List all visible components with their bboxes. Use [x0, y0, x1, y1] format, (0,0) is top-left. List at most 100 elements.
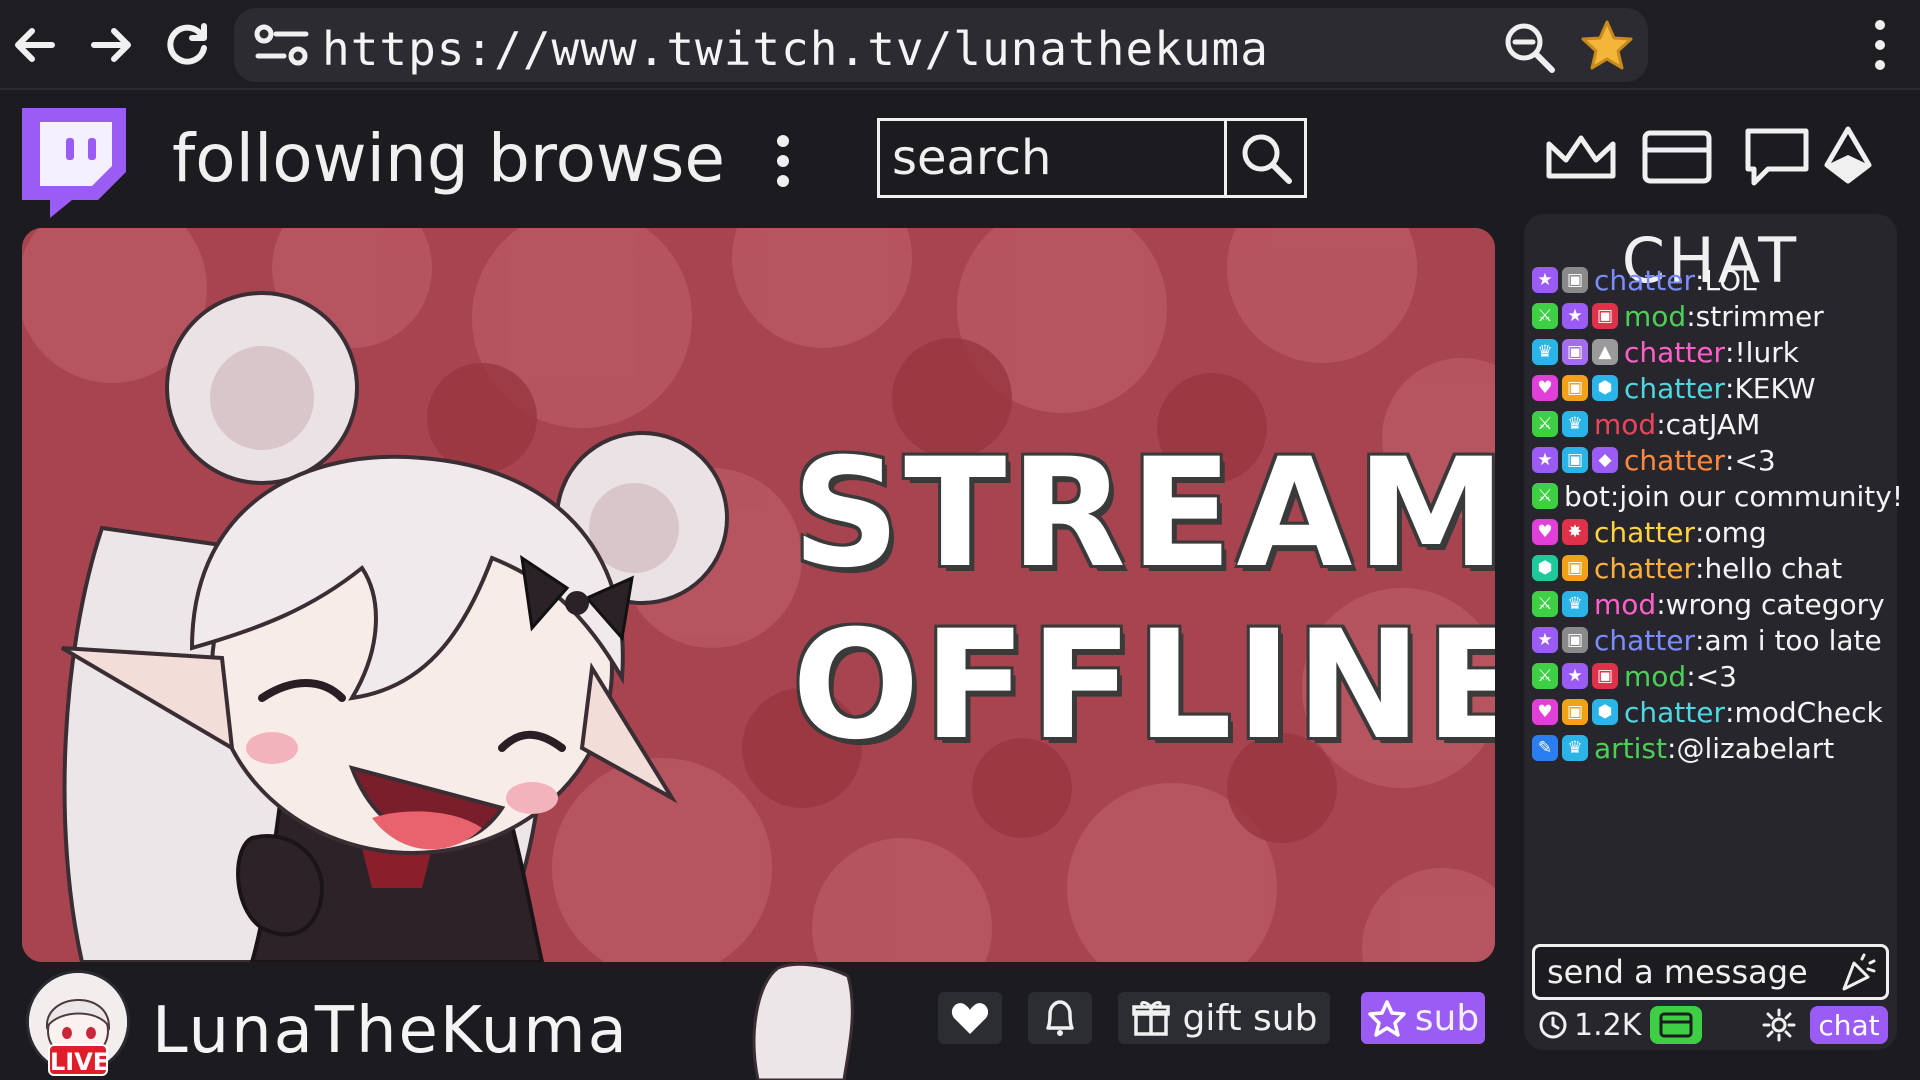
browser-menu-icon[interactable] [1866, 16, 1894, 78]
star-badge-icon[interactable]: ★ [1532, 447, 1558, 473]
channel-name[interactable]: LunaTheKuma [152, 994, 629, 1068]
emote-picker-icon[interactable] [1838, 953, 1878, 997]
gift-badge-icon[interactable]: ▣ [1562, 339, 1588, 365]
notifications-button[interactable] [1028, 992, 1092, 1044]
crown-badge-icon[interactable]: ♛ [1562, 735, 1588, 761]
gift-badge-icon[interactable]: ▣ [1562, 267, 1588, 293]
crown-badge-icon[interactable]: ♛ [1532, 339, 1558, 365]
whispers-icon[interactable] [1738, 122, 1816, 192]
chat-message-text: hello chat [1704, 551, 1843, 585]
chat-username[interactable]: mod [1624, 660, 1686, 693]
channel-points-button[interactable] [1650, 1006, 1702, 1044]
sword-badge-icon[interactable]: ⚔ [1532, 483, 1558, 509]
chat-username[interactable]: artist [1594, 732, 1667, 765]
chat-username[interactable]: mod [1594, 588, 1656, 621]
heart-badge-icon[interactable]: ♥ [1532, 519, 1558, 545]
brush-badge-icon[interactable]: ✎ [1532, 735, 1558, 761]
inbox-icon[interactable] [1638, 122, 1716, 192]
channel-info-bar: LIVE LunaTheKuma gift sub sub [0, 962, 1510, 1080]
gift-sub-button[interactable]: gift sub [1118, 992, 1330, 1044]
chat-username[interactable]: chatter [1594, 552, 1695, 585]
gift-badge-icon[interactable]: ▣ [1592, 663, 1618, 689]
chat-separator: : [1609, 479, 1620, 513]
chat-separator: : [1695, 263, 1705, 297]
gift-badge-icon[interactable]: ▣ [1592, 303, 1618, 329]
bits-icon[interactable] [1818, 122, 1878, 192]
url-text[interactable]: https://www.twitch.tv/lunathekuma [322, 22, 1269, 76]
search-button[interactable] [1224, 121, 1304, 195]
subscribe-button[interactable]: sub [1361, 992, 1485, 1044]
star-badge-icon[interactable]: ★ [1562, 303, 1588, 329]
chat-username[interactable]: chatter [1624, 444, 1725, 477]
gem-badge-icon[interactable]: ◆ [1592, 447, 1618, 473]
chat-send-button[interactable]: chat [1810, 1006, 1888, 1044]
star-badge-icon[interactable]: ★ [1532, 267, 1558, 293]
chat-username[interactable]: mod [1594, 408, 1656, 441]
chat-message-text: catJAM [1665, 407, 1761, 441]
address-bar[interactable]: https://www.twitch.tv/lunathekuma [234, 8, 1648, 82]
gift-icon [1131, 1001, 1170, 1036]
more-options-icon[interactable] [772, 132, 794, 194]
chat-message-text: LOL [1704, 263, 1757, 297]
heart-badge-icon[interactable]: ♥ [1532, 699, 1558, 725]
chat-message: ⚔ ★ ▣ mod: <3 [1532, 658, 1737, 694]
twitch-logo[interactable] [18, 102, 130, 224]
chat-message: ⬢ ▣ chatter: hello chat [1532, 550, 1842, 586]
nav-browse[interactable]: browse [488, 120, 725, 197]
reload-button[interactable] [160, 18, 214, 72]
gift-badge-icon[interactable]: ▣ [1562, 555, 1588, 581]
search-input[interactable] [880, 121, 1225, 195]
chat-message: ⚔ bot: join our community! [1532, 478, 1903, 514]
gift-badge-icon[interactable]: ▣ [1562, 447, 1588, 473]
heart-badge-icon[interactable]: ♥ [1532, 375, 1558, 401]
hex-badge-icon[interactable]: ⬢ [1592, 375, 1618, 401]
chat-message: ♥ ✸ chatter: omg [1532, 514, 1767, 550]
star-badge-icon[interactable]: ★ [1532, 627, 1558, 653]
sword-badge-icon[interactable]: ⚔ [1532, 663, 1558, 689]
sword-badge-icon[interactable]: ⚔ [1532, 591, 1558, 617]
video-player[interactable]: STREAM OFFLINE [22, 228, 1495, 962]
zoom-out-icon[interactable] [1502, 20, 1558, 78]
hex-badge-icon[interactable]: ⬢ [1532, 555, 1558, 581]
chat-username[interactable]: chatter [1594, 264, 1695, 297]
hex-badge-icon[interactable]: ⬢ [1592, 699, 1618, 725]
chat-input[interactable] [1535, 947, 1835, 997]
star-icon [1368, 1000, 1406, 1037]
chat-separator: : [1695, 515, 1705, 549]
chat-separator: : [1725, 443, 1735, 477]
chat-message: ♥ ▣ ⬢ chatter: modCheck [1532, 694, 1883, 730]
sword-badge-icon[interactable]: ⚔ [1532, 411, 1558, 437]
bookmark-star-icon[interactable] [1578, 18, 1636, 78]
star-badge-icon[interactable]: ★ [1562, 663, 1588, 689]
chat-settings-icon[interactable] [1762, 1008, 1796, 1046]
sword-badge-icon[interactable]: ⚔ [1532, 303, 1558, 329]
crown-badge-icon[interactable]: ♛ [1562, 591, 1588, 617]
gift-badge-icon[interactable]: ▣ [1562, 627, 1588, 653]
chat-username[interactable]: chatter [1624, 372, 1725, 405]
search-box [877, 118, 1307, 198]
chat-username[interactable]: chatter [1624, 696, 1725, 729]
crown-icon[interactable] [1542, 122, 1620, 192]
chat-message: ♛ ▣ ▲ chatter: !lurk [1532, 334, 1799, 370]
offline-line-1: STREAM [792, 427, 1495, 601]
hill-badge-icon[interactable]: ▲ [1592, 339, 1618, 365]
chat-username[interactable]: mod [1624, 300, 1686, 333]
chat-username[interactable]: chatter [1594, 516, 1695, 549]
chat-username[interactable]: bot [1564, 480, 1610, 513]
chat-message: ♥ ▣ ⬢ chatter: KEKW [1532, 370, 1816, 406]
forward-button[interactable] [84, 18, 138, 72]
chat-message: ★ ▣ chatter: LOL [1532, 262, 1757, 298]
chat-username[interactable]: chatter [1624, 336, 1725, 369]
gift-badge-icon[interactable]: ▣ [1562, 699, 1588, 725]
site-settings-icon[interactable] [252, 22, 312, 74]
follow-button[interactable] [938, 992, 1002, 1044]
chat-username[interactable]: chatter [1594, 624, 1695, 657]
nav-following[interactable]: following [172, 120, 469, 197]
gift-badge-icon[interactable]: ▣ [1562, 375, 1588, 401]
burst-badge-icon[interactable]: ✸ [1562, 519, 1588, 545]
crown-badge-icon[interactable]: ♛ [1562, 411, 1588, 437]
gift-sub-label: gift sub [1182, 997, 1318, 1039]
browser-toolbar: https://www.twitch.tv/lunathekuma [0, 0, 1920, 90]
back-button[interactable] [8, 18, 62, 72]
viewer-count: 1.2K [1574, 1008, 1642, 1043]
